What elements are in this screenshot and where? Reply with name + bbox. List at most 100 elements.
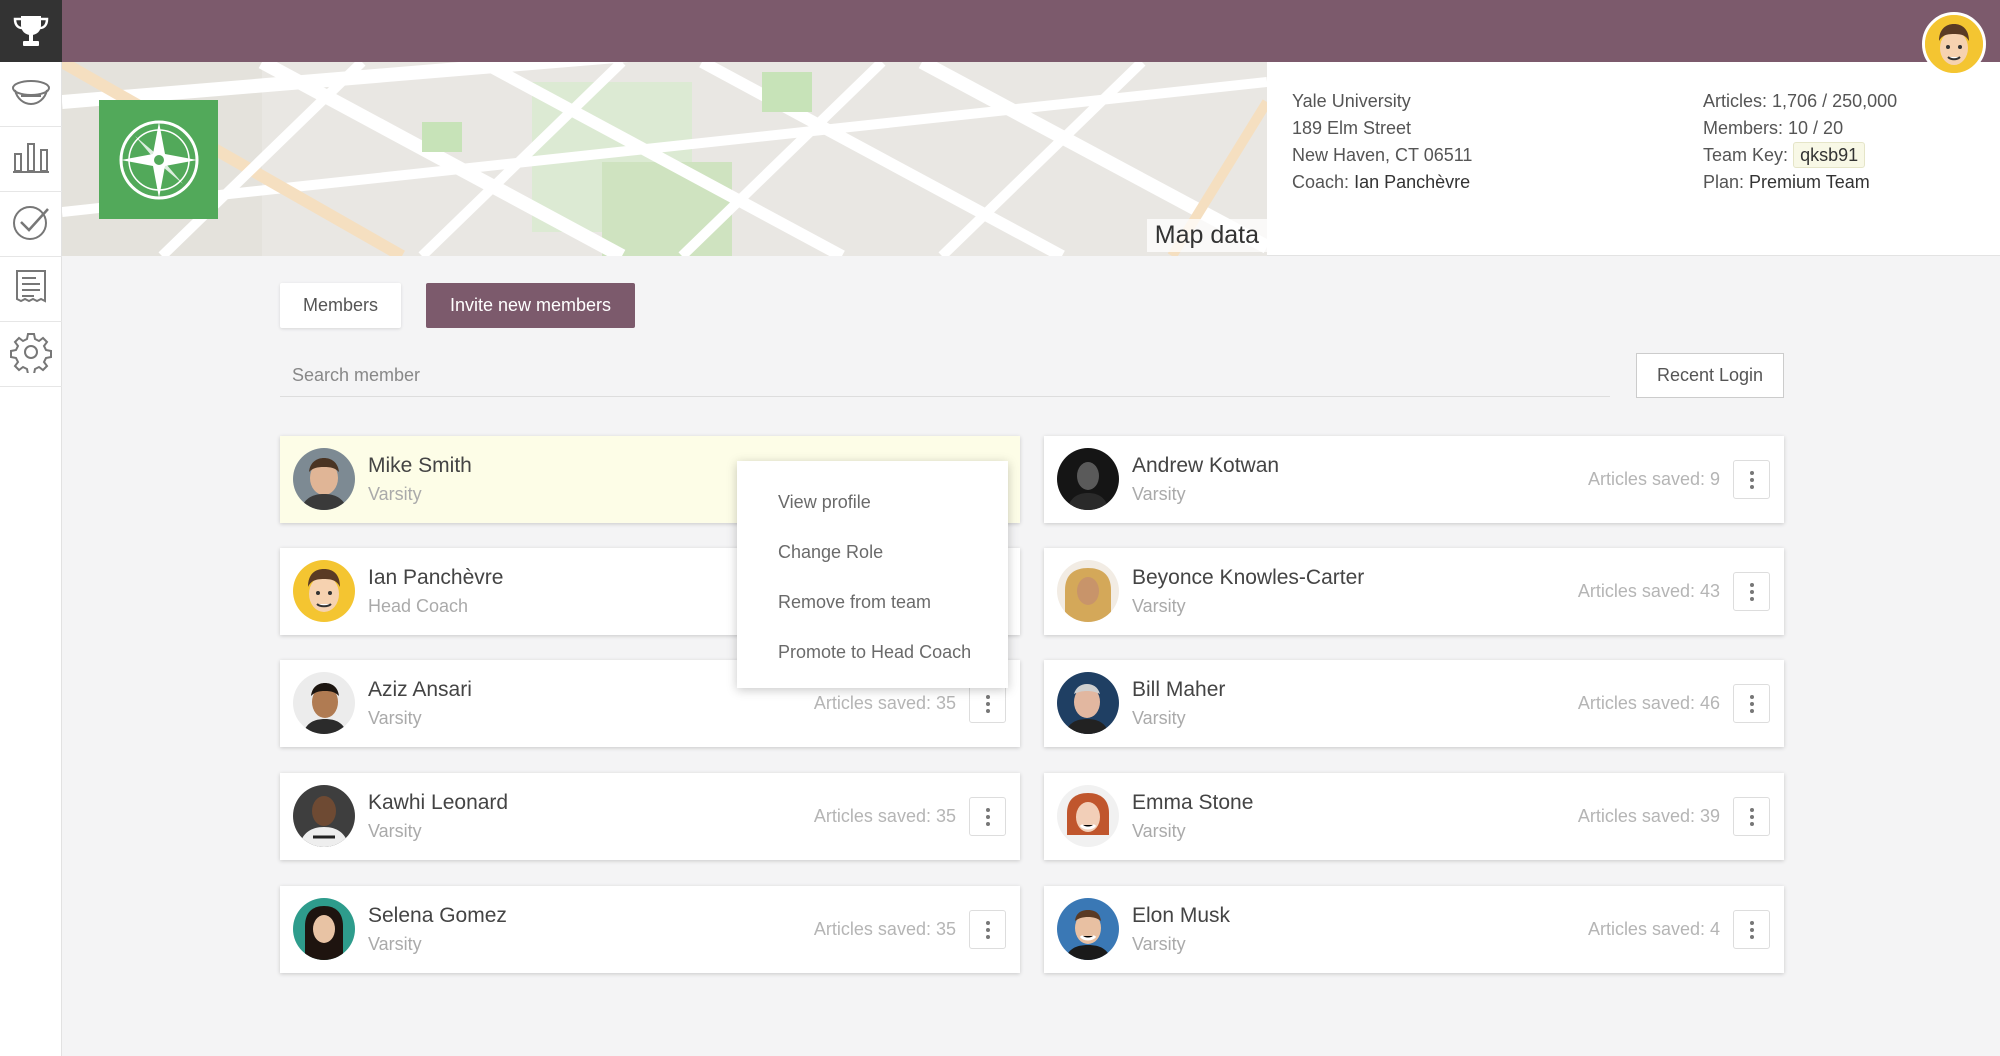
member-card[interactable]: Selena Gomez Varsity Articles saved: 35 (280, 886, 1020, 973)
avatar (293, 560, 355, 622)
map[interactable]: Map data (62, 62, 1267, 256)
articles-saved: Articles saved: 4 (1587, 919, 1720, 939)
member-role: Head Coach (368, 596, 469, 616)
plan-value: Premium Team (1749, 172, 1870, 192)
more-options-button[interactable] (1733, 684, 1770, 723)
member-role: Varsity (1132, 708, 1186, 728)
articles-saved: Articles saved: 43 (1577, 581, 1720, 601)
receipt-icon (13, 268, 49, 311)
team-info-panel: Yale University 189 Elm Street New Haven… (1267, 62, 2000, 256)
kebab-icon (985, 920, 990, 939)
user-avatar[interactable] (1922, 12, 1986, 76)
articles-stat: Articles: 1,706 / 250,000 (1703, 88, 1897, 115)
avatar (293, 672, 355, 734)
member-name: Aziz Ansari (368, 678, 472, 701)
member-card[interactable]: Bill Maher Varsity Articles saved: 46 (1044, 660, 1784, 747)
kebab-icon (1749, 694, 1754, 713)
articles-saved: Articles saved: 35 (813, 806, 956, 826)
member-name: Elon Musk (1132, 904, 1231, 927)
member-context-menu: View profile Change Role Remove from tea… (737, 461, 1008, 688)
sidebar-item-settings[interactable] (0, 322, 62, 387)
more-options-button[interactable] (1733, 797, 1770, 836)
member-card[interactable]: Emma Stone Varsity Articles saved: 39 (1044, 773, 1784, 860)
member-name: Beyonce Knowles-Carter (1132, 566, 1365, 589)
recent-login-button[interactable]: Recent Login (1636, 353, 1784, 398)
articles-saved: Articles saved: 9 (1587, 469, 1720, 489)
more-options-button[interactable] (969, 684, 1006, 723)
articles-saved: Articles saved: 35 (813, 693, 956, 713)
plan-label: Plan: (1703, 172, 1745, 192)
bowl-icon (9, 74, 53, 115)
avatar (1057, 560, 1119, 622)
articles-value: 1,706 / 250,000 (1772, 91, 1898, 111)
more-options-button[interactable] (1733, 910, 1770, 949)
members-label: Members: (1703, 118, 1784, 138)
sidebar-item-tasks[interactable] (0, 192, 62, 257)
menu-item-remove-from-team[interactable]: Remove from team (737, 577, 1008, 627)
member-role: Varsity (1132, 484, 1186, 504)
more-options-button[interactable] (969, 910, 1006, 949)
more-options-button[interactable] (1733, 460, 1770, 499)
avatar (1057, 672, 1119, 734)
avatar (1057, 448, 1119, 510)
member-role: Varsity (368, 934, 422, 954)
trophy-icon[interactable] (0, 0, 62, 62)
kebab-icon (1749, 582, 1754, 601)
kebab-icon (985, 807, 990, 826)
member-role: Varsity (1132, 821, 1186, 841)
team-key-stat: Team Key: qksb91 (1703, 142, 1897, 169)
team-logo (99, 100, 218, 219)
team-name: Yale University (1292, 91, 1411, 111)
menu-item-change-role[interactable]: Change Role (737, 527, 1008, 577)
team-coach: Coach: Ian Panchèvre (1292, 169, 1472, 196)
member-name: Selena Gomez (368, 904, 507, 927)
kebab-icon (985, 694, 990, 713)
member-role: Varsity (368, 708, 422, 728)
articles-saved: Articles saved: 35 (813, 919, 956, 939)
plan-stat: Plan: Premium Team (1703, 169, 1897, 196)
invite-members-button[interactable]: Invite new members (426, 283, 635, 328)
avatar (293, 898, 355, 960)
team-address: Yale University 189 Elm Street New Haven… (1292, 88, 1472, 196)
member-name: Ian Panchèvre (368, 566, 504, 589)
avatar (1057, 898, 1119, 960)
articles-label: Articles: (1703, 91, 1768, 111)
member-role: Varsity (368, 821, 422, 841)
member-role: Varsity (1132, 934, 1186, 954)
member-card[interactable]: Kawhi Leonard Varsity Articles saved: 35 (280, 773, 1020, 860)
kebab-icon (1749, 807, 1754, 826)
member-name: Emma Stone (1132, 791, 1254, 814)
menu-item-view-profile[interactable]: View profile (737, 477, 1008, 527)
member-name: Mike Smith (368, 454, 472, 477)
sidebar-item-stats[interactable] (0, 127, 62, 192)
member-card[interactable]: Elon Musk Varsity Articles saved: 4 (1044, 886, 1784, 973)
search-input[interactable]: Search member (280, 355, 1610, 397)
member-role: Varsity (1132, 596, 1186, 616)
more-options-button[interactable] (1733, 572, 1770, 611)
coach-value: Ian Panchèvre (1354, 172, 1471, 192)
team-stats: Articles: 1,706 / 250,000 Members: 10 / … (1703, 88, 1897, 196)
gear-icon (10, 331, 52, 378)
member-name: Bill Maher (1132, 678, 1226, 701)
members-stat: Members: 10 / 20 (1703, 115, 1897, 142)
member-card[interactable]: Andrew Kotwan Varsity Articles saved: 9 (1044, 436, 1784, 523)
member-card[interactable]: Beyonce Knowles-Carter Varsity Articles … (1044, 548, 1784, 635)
member-name: Kawhi Leonard (368, 791, 509, 814)
avatar (1057, 785, 1119, 847)
tab-members[interactable]: Members (280, 283, 401, 328)
more-options-button[interactable] (969, 797, 1006, 836)
team-key-label: Team Key: (1703, 145, 1789, 165)
avatar (293, 785, 355, 847)
sidebar (0, 0, 62, 1056)
team-key-value[interactable]: qksb91 (1793, 142, 1866, 168)
member-name: Andrew Kotwan (1132, 454, 1280, 477)
top-bar (62, 0, 2000, 62)
members-value: 10 / 20 (1788, 118, 1844, 138)
menu-item-promote-head-coach[interactable]: Promote to Head Coach (737, 627, 1008, 677)
checkmark-icon (11, 202, 51, 247)
sidebar-item-billing[interactable] (0, 257, 62, 322)
sidebar-item-dashboard[interactable] (0, 62, 62, 127)
avatar (293, 448, 355, 510)
map-credit: Map data (1146, 219, 1267, 252)
kebab-icon (1749, 470, 1754, 489)
